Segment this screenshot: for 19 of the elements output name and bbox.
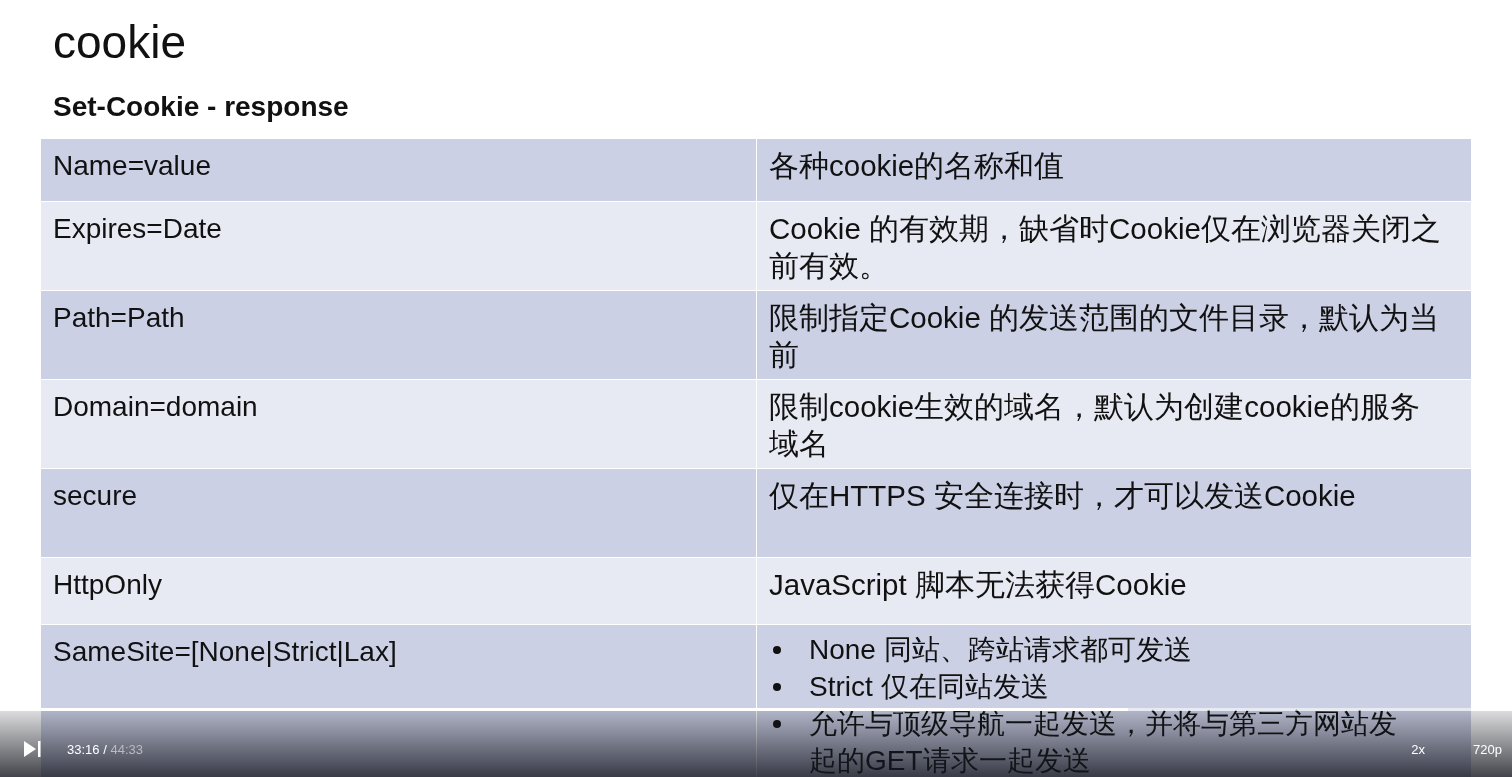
attribute-name: secure xyxy=(53,480,138,511)
slide-subtitle: Set-Cookie - response xyxy=(53,90,350,124)
quality-button[interactable]: 720p xyxy=(1473,741,1502,757)
bullet-item: Strict 仅在同站发送 xyxy=(809,670,1049,704)
attribute-name: Name=value xyxy=(53,150,211,181)
attribute-name: SameSite=[None|Strict|Lax] xyxy=(53,636,397,667)
bullet-icon xyxy=(773,683,781,691)
slide-title: cookie xyxy=(53,15,187,70)
attribute-name: Expires=Date xyxy=(53,213,222,244)
play-button[interactable] xyxy=(22,739,42,759)
bullet-icon xyxy=(773,646,781,654)
bullet-icon xyxy=(773,720,781,728)
bullet-item: None 同站、跨站请求都可发送 xyxy=(809,633,1192,667)
attribute-name: Path=Path xyxy=(53,302,185,333)
bullet-item: 允许与顶级导航一起发送，并将与第三方网站发起的GET请求一起发送 xyxy=(809,707,1398,777)
playback-time: 33:16 / 44:33 xyxy=(67,741,143,757)
attribute-name: HttpOnly xyxy=(53,569,162,600)
attribute-name: Domain=domain xyxy=(53,391,258,422)
speed-button[interactable]: 2x xyxy=(1411,741,1426,757)
